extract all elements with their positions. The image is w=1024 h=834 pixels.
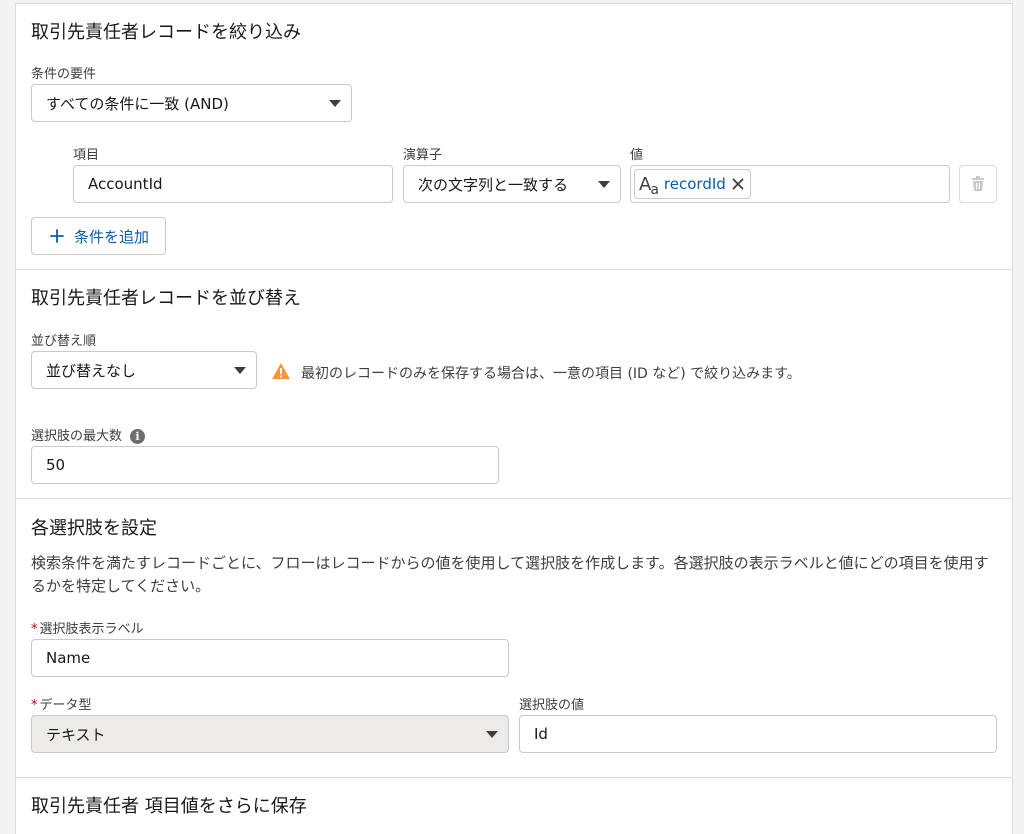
required-marker: * (31, 698, 38, 713)
choice-value-label: 選択肢の値 (519, 698, 585, 713)
flow-properties-panel: 取引先責任者レコードを絞り込み 条件の要件 すべての条件に一致 (AND) 項目… (15, 3, 1013, 834)
info-icon[interactable]: i (130, 429, 146, 444)
value-column-header: 値 (630, 148, 644, 163)
chevron-down-icon (486, 731, 498, 738)
add-condition-button[interactable]: 条件を追加 (31, 217, 167, 255)
value-resource-pill[interactable]: Aa recordId (634, 169, 751, 199)
sort-order-label: 並び替え順 (31, 334, 97, 349)
condition-operator-select[interactable]: 次の文字列と一致する (403, 165, 621, 203)
choice-label-value: Name (46, 649, 91, 667)
condition-requirements-label: 条件の要件 (31, 67, 97, 82)
data-type-value: テキスト (46, 725, 106, 744)
store-section-title: 取引先責任者 項目値をさらに保存 (31, 796, 307, 817)
section-divider (16, 269, 1012, 270)
chevron-down-icon (234, 367, 246, 374)
chevron-down-icon (329, 100, 341, 107)
choice-section-description: 検索条件を満たすレコードごとに、フローはレコードからの値を使用して選択肢を作成し… (31, 554, 989, 595)
sort-warning-text: 最初のレコードのみを保存する場合は、一意の項目 (ID など) で絞り込みます。 (301, 366, 801, 382)
plus-icon (50, 229, 64, 243)
text-type-icon: Aa (639, 173, 659, 198)
choice-label-input[interactable]: Name (31, 639, 509, 677)
data-type-select: テキスト (31, 715, 509, 753)
choice-value-input[interactable]: Id (519, 715, 997, 753)
add-condition-label: 条件を追加 (74, 227, 150, 246)
max-choices-value: 50 (46, 456, 66, 474)
data-type-label: * データ型 (31, 698, 92, 713)
trash-icon (972, 176, 984, 191)
condition-value-input[interactable]: Aa recordId (630, 165, 950, 203)
condition-requirements-value: すべての条件に一致 (AND) (46, 94, 229, 113)
max-choices-input[interactable]: 50 (31, 446, 499, 484)
close-icon[interactable] (732, 178, 744, 190)
choice-value-value: Id (534, 725, 548, 743)
section-divider (16, 777, 1012, 778)
delete-condition-button[interactable] (959, 165, 997, 203)
condition-requirements-select[interactable]: すべての条件に一致 (AND) (31, 84, 352, 122)
operator-column-header: 演算子 (403, 148, 443, 163)
value-resource-label: recordId (663, 175, 726, 193)
condition-operator-value: 次の文字列と一致する (418, 175, 569, 194)
warning-icon (272, 363, 290, 379)
section-divider (16, 498, 1012, 499)
field-column-header: 項目 (73, 148, 100, 163)
choice-label-field-label: * 選択肢表示ラベル (31, 622, 144, 637)
max-choices-label: 選択肢の最大数 i (31, 425, 146, 444)
condition-field-value: AccountId (88, 175, 163, 193)
sort-order-select[interactable]: 並び替えなし (31, 351, 257, 389)
sort-order-value: 並び替えなし (46, 361, 137, 380)
sort-section-title: 取引先責任者レコードを並び替え (31, 288, 301, 309)
filter-section-title: 取引先責任者レコードを絞り込み (31, 22, 301, 43)
chevron-down-icon (598, 181, 610, 188)
condition-field-input[interactable]: AccountId (73, 165, 393, 203)
choice-section-title: 各選択肢を設定 (31, 518, 157, 539)
required-marker: * (31, 622, 38, 637)
